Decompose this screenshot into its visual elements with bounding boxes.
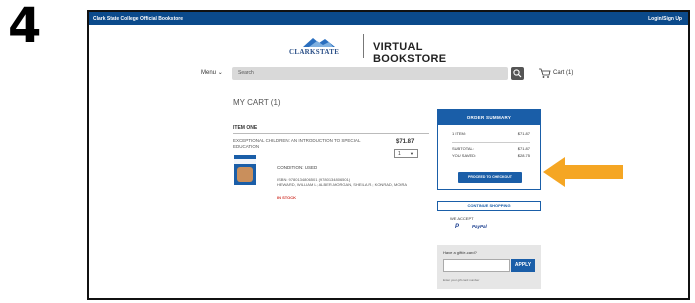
store-title: VIRTUAL BOOKSTORE — [373, 41, 447, 65]
chevron-down-icon: ▼ — [410, 151, 414, 156]
item-price: $71.87 — [396, 139, 415, 145]
gift-card-input[interactable] — [443, 259, 510, 272]
page-title: MY CART (1) — [233, 98, 281, 107]
item-heading: ITEM ONE — [233, 125, 258, 131]
gift-card-label: Have a gift/e-card? — [443, 250, 477, 255]
summary-value: $28.75 — [517, 153, 530, 158]
search-icon — [513, 69, 522, 78]
browser-frame: Clark State College Official Bookstore L… — [87, 10, 690, 300]
book-cover-photo — [237, 167, 253, 182]
item-title[interactable]: EXCEPTIONAL CHILDREN: AN INTRODUCTION TO… — [233, 138, 383, 150]
search-input[interactable]: Search — [232, 67, 508, 80]
paypal-icon: P — [455, 224, 460, 230]
site-name: Clark State College Official Bookstore — [93, 16, 184, 22]
search-button[interactable] — [511, 67, 524, 80]
college-logo-icon — [303, 38, 335, 47]
menu-dropdown[interactable]: Menu ⌄ — [201, 69, 223, 76]
summary-label: YOU SAVED: — [452, 153, 477, 158]
step-number: 4 — [8, 0, 42, 54]
quantity-value: 1 — [398, 151, 401, 157]
divider — [452, 142, 530, 143]
stock-status: IN STOCK — [277, 195, 297, 200]
summary-value: $71.87 — [517, 146, 530, 151]
divider — [233, 133, 429, 134]
arrow-pointer-icon — [543, 157, 623, 187]
summary-row-items: 1 ITEM: $71.87 — [452, 131, 530, 136]
summary-row-subtotal: SUBTOTAL: $71.87 — [452, 146, 530, 151]
book-cover-band — [234, 159, 256, 164]
menu-label: Menu — [201, 70, 217, 76]
book-cover-image[interactable] — [234, 155, 256, 185]
item-author: HEWARD, WILLIAM L; ALBER-MORGAN, SHEILA … — [277, 182, 408, 187]
cart-label: Cart (1) — [553, 70, 574, 76]
item-condition: CONDITION: USED — [277, 165, 318, 170]
summary-value: $71.87 — [517, 131, 530, 136]
apply-button[interactable]: APPLY — [511, 259, 535, 272]
summary-row-savings: YOU SAVED: $28.75 — [452, 153, 530, 158]
logo-divider — [363, 34, 364, 58]
quantity-select[interactable]: 1 ▼ — [394, 149, 418, 158]
chevron-down-icon: ⌄ — [217, 70, 223, 76]
paypal-credit-icon: PayPal — [472, 224, 487, 229]
college-logo-text: CLARKSTATE — [289, 48, 340, 56]
gift-card-panel: Have a gift/e-card? APPLY Enter your gif… — [437, 245, 541, 289]
cart-icon — [539, 68, 551, 78]
search-placeholder: Search — [238, 70, 254, 76]
gift-card-note: Enter your gift card number — [443, 278, 480, 282]
summary-label: 1 ITEM: — [452, 131, 467, 136]
proceed-to-checkout-button[interactable]: PROCEED TO CHECKOUT — [458, 172, 522, 183]
item-details: ISBN: 9780134806501 (9780134806501) HEWA… — [277, 177, 407, 187]
login-link[interactable]: Login/Sign Up — [648, 16, 682, 22]
summary-label: SUBTOTAL: — [452, 146, 474, 151]
store-logo[interactable]: CLARKSTATE VIRTUAL BOOKSTORE — [285, 34, 495, 65]
order-summary-heading: ORDER SUMMARY — [438, 110, 540, 125]
continue-shopping-button[interactable]: CONTINUE SHOPPING — [437, 201, 541, 211]
top-bar: Clark State College Official Bookstore L… — [89, 12, 688, 25]
payment-methods-label: WE ACCEPT — [450, 216, 474, 221]
order-summary: ORDER SUMMARY 1 ITEM: $71.87 SUBTOTAL: $… — [437, 109, 541, 190]
